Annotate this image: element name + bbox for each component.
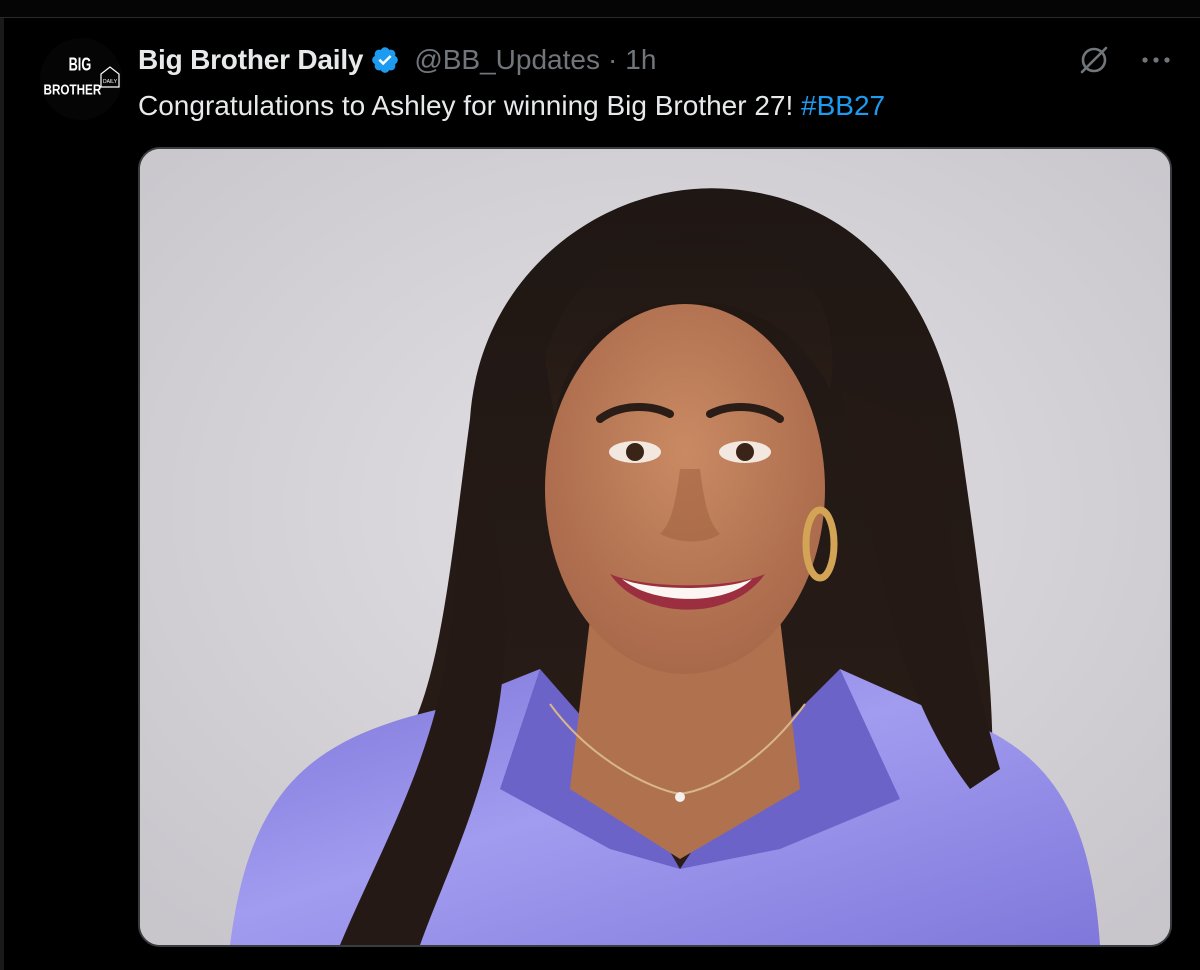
tweet-card[interactable]: BIG BROTHER DAILY Big Brother Daily @BB_… (0, 0, 1200, 970)
timestamp[interactable]: 1h (625, 44, 656, 76)
handle[interactable]: @BB_Updates (414, 44, 600, 76)
display-name[interactable]: Big Brother Daily (138, 44, 364, 76)
svg-text:DAILY: DAILY (103, 79, 118, 85)
tweet-body: Congratulations to Ashley for winning Bi… (138, 90, 794, 121)
top-divider (0, 0, 1200, 18)
grok-icon[interactable] (1076, 42, 1112, 78)
separator-dot: · (607, 44, 618, 75)
avatar[interactable]: BIG BROTHER DAILY (40, 38, 122, 120)
winner-portrait-photo (140, 149, 1170, 945)
svg-text:BROTHER: BROTHER (44, 81, 102, 98)
svg-text:BIG: BIG (69, 54, 92, 75)
big-brother-daily-logo: BIG BROTHER DAILY (40, 38, 122, 120)
tweet-text: Congratulations to Ashley for winning Bi… (138, 86, 885, 126)
left-divider (0, 18, 4, 970)
more-icon[interactable] (1138, 42, 1174, 78)
hashtag-link[interactable]: #BB27 (801, 90, 885, 121)
tweet-actions (1076, 40, 1174, 80)
tweet-media[interactable] (138, 147, 1172, 947)
verified-badge-icon[interactable] (370, 45, 400, 75)
tweet-header: Big Brother Daily @BB_Updates · 1h (138, 40, 656, 80)
